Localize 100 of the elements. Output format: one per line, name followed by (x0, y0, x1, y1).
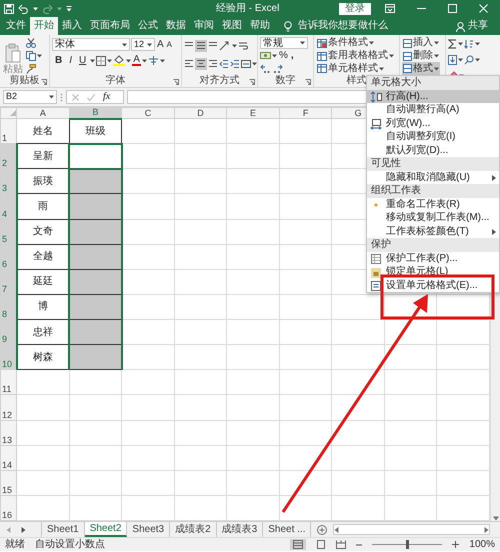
person-icon[interactable] (456, 22, 465, 32)
increase-decimal-icon[interactable] (260, 64, 271, 74)
borders-icon[interactable] (96, 56, 106, 66)
align-center-icon[interactable] (196, 58, 206, 68)
caret-icon[interactable] (49, 95, 54, 99)
caret-icon[interactable] (142, 58, 147, 62)
new-sheet-icon[interactable] (317, 524, 328, 534)
comma-style-button[interactable]: , (290, 50, 295, 62)
sign-in-button[interactable]: 登录 (339, 2, 371, 14)
row-header[interactable]: 9 (0, 320, 17, 345)
row-header[interactable]: 10 (0, 344, 17, 370)
italic-button[interactable]: I (66, 54, 76, 66)
ribbon-tab[interactable]: 审阅 (190, 17, 218, 35)
phonetic-guide-icon[interactable] (148, 55, 159, 66)
row-header[interactable]: 13 (0, 420, 17, 446)
ribbon-tab[interactable]: 页面布局 (86, 17, 134, 35)
wrap-text-icon[interactable] (238, 40, 248, 50)
cells-menu-button[interactable]: 删除 (402, 50, 440, 62)
menu-item[interactable]: 行高(H)... (367, 90, 499, 103)
scroll-left-icon[interactable] (334, 526, 340, 532)
caret-icon[interactable] (126, 58, 132, 62)
insert-function-button[interactable]: fx (103, 91, 110, 103)
dialog-launcher-icon[interactable] (41, 79, 47, 85)
copy-icon[interactable] (26, 51, 36, 61)
row-header[interactable]: 12 (0, 394, 17, 420)
underline-button[interactable]: U (76, 54, 90, 66)
caret-icon[interactable] (232, 44, 237, 48)
caret-icon[interactable] (252, 62, 257, 66)
column-header[interactable]: F (279, 108, 332, 118)
ribbon-tab[interactable]: 插入 (58, 17, 86, 35)
row-header[interactable]: 4 (0, 194, 17, 219)
caret-icon[interactable] (33, 6, 38, 10)
caret-icon[interactable] (475, 58, 480, 62)
row-header[interactable]: 6 (0, 244, 17, 270)
decrease-decimal-icon[interactable] (272, 64, 283, 74)
close-icon[interactable] (479, 4, 488, 13)
row-header[interactable]: 11 (0, 370, 17, 395)
percent-style-button[interactable]: % (278, 50, 289, 62)
cells-menu-button[interactable]: 格式 (402, 62, 440, 76)
share-button[interactable]: 共享 (468, 19, 488, 35)
save-icon[interactable] (4, 4, 14, 14)
decrease-font-size-button[interactable]: A (166, 38, 174, 50)
row-header[interactable]: 16 (0, 495, 17, 520)
caret-icon[interactable] (379, 66, 384, 71)
font-color-button[interactable]: A (132, 55, 141, 66)
ribbon-display-options-icon[interactable] (385, 4, 395, 13)
menu-item[interactable]: 隐藏和取消隐藏(U) (367, 170, 499, 184)
menu-item[interactable]: 重命名工作表(R) (367, 198, 499, 211)
autosum-icon[interactable] (448, 38, 457, 48)
caret-icon[interactable] (90, 58, 96, 62)
sheet-tab[interactable]: Sheet2 (84, 522, 128, 537)
row-header[interactable]: 5 (0, 219, 17, 244)
merge-center-icon[interactable] (241, 58, 251, 68)
lightbulb-icon[interactable] (284, 21, 292, 32)
dialog-launcher-icon[interactable] (249, 79, 255, 85)
customize-toolbar-icon[interactable] (66, 6, 72, 12)
row-header[interactable]: 8 (0, 294, 17, 320)
ribbon-tab[interactable]: 公式 (134, 17, 162, 35)
caret-icon[interactable] (107, 58, 112, 62)
undo-icon[interactable] (18, 4, 29, 14)
increase-font-size-button[interactable]: A (156, 38, 165, 50)
style-menu-button[interactable]: 套用表格格式 (316, 50, 395, 62)
search-icon[interactable] (464, 54, 474, 64)
fill-color-icon[interactable] (113, 55, 126, 66)
ribbon-tab[interactable]: 帮助 (246, 17, 274, 35)
cells-menu-button[interactable]: 插入 (402, 37, 440, 50)
horizontal-scrollbar[interactable] (333, 524, 490, 535)
ribbon-tab[interactable]: 文件 (2, 17, 30, 35)
page-layout-view-icon[interactable] (316, 540, 326, 549)
caret-icon[interactable] (389, 54, 394, 58)
row-header[interactable]: 14 (0, 445, 17, 470)
sort-filter-icon[interactable] (464, 38, 474, 48)
dialog-launcher-icon[interactable] (173, 79, 179, 85)
zoom-level[interactable]: 100% (469, 538, 495, 550)
caret-icon[interactable] (37, 54, 42, 58)
tell-me-search[interactable]: 告诉我你想要做什么 (298, 19, 388, 35)
row-header[interactable]: 7 (0, 269, 17, 294)
normal-view-icon[interactable] (293, 540, 304, 549)
row-header[interactable]: 15 (0, 470, 17, 496)
fill-down-icon[interactable] (448, 54, 457, 64)
caret-icon[interactable] (475, 42, 480, 46)
format-painter-icon[interactable] (26, 64, 36, 74)
bold-button[interactable]: B (52, 54, 66, 66)
orientation-icon[interactable] (219, 40, 231, 50)
caret-icon[interactable] (147, 42, 152, 46)
caret-icon[interactable] (122, 42, 127, 46)
row-header[interactable]: 1 (0, 118, 17, 144)
caret-icon[interactable] (458, 58, 463, 62)
caret-icon[interactable] (272, 54, 277, 58)
scroll-tabs-right-icon[interactable] (21, 526, 26, 532)
row-header[interactable]: 3 (0, 168, 17, 194)
increase-indent-icon[interactable] (230, 58, 240, 68)
dialog-launcher-icon[interactable] (305, 79, 311, 85)
menu-item[interactable]: 设置单元格格式(E)... (367, 278, 499, 292)
menu-item[interactable]: 移动或复制工作表(M)... (367, 211, 499, 224)
caret-icon[interactable] (434, 54, 439, 58)
menu-item[interactable]: 列宽(W)... (367, 116, 499, 130)
column-header[interactable]: B (69, 108, 122, 118)
number-format-dropdown[interactable]: 常规 (260, 37, 308, 49)
caret-icon[interactable] (434, 66, 439, 71)
